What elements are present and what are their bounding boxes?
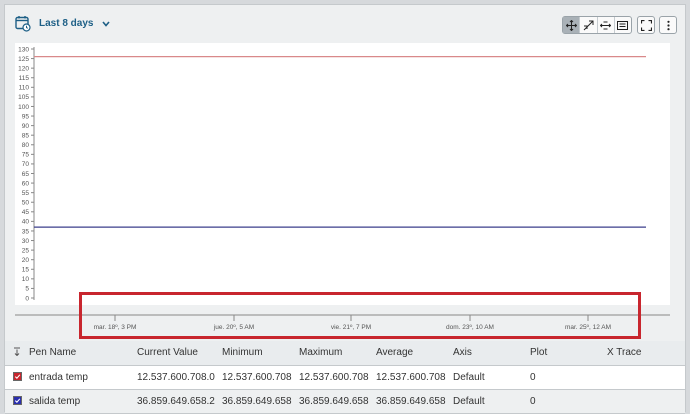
y-tick-label: 10 [22,276,30,283]
y-tick-label: 80 [22,142,30,149]
sort-column-header[interactable] [5,341,29,366]
swatch-fill [13,373,21,381]
table-row[interactable]: salida temp 36.859.649.658.2 36.859.649.… [5,389,685,414]
average-cell: 36.859.649.658 [376,389,453,414]
y-tick-label: 120 [18,65,29,72]
maximum-cell: 12.537.600.708 [299,365,376,390]
y-tick-label: 5 [25,286,29,293]
x-axis-highlight-box [79,292,641,339]
table-header-row: Pen Name Current Value Minimum Maximum A… [5,341,685,366]
pen-name-cell: salida temp [29,389,137,414]
y-tick-label: 100 [18,104,29,111]
trend-chart: 0 5 10 15 20 25 30 35 40 45 50 55 60 65 70 75 80 85 90 95 10… [15,46,670,331]
checkmark-icon [13,397,21,405]
trend-chart-panel: Last 8 days 0 5 10 15 20 25 30 35 40 45 … [4,4,686,414]
y-tick-label: 85 [22,132,30,139]
pen-color-checkbox[interactable] [12,396,22,406]
column-header-axis[interactable]: Axis [453,341,530,366]
axis-cell[interactable]: Default [453,365,530,390]
column-header-plot[interactable]: Plot [530,341,607,366]
y-tick-label: 115 [19,75,30,82]
y-tick-label: 40 [22,219,30,226]
y-tick-label: 95 [22,113,30,120]
x-trace-cell [607,389,685,414]
y-tick-label: 70 [22,161,30,168]
y-tick-label: 55 [22,190,30,197]
minimum-cell: 36.859.649.658 [222,389,299,414]
pen-table: Pen Name Current Value Minimum Maximum A… [5,341,685,414]
x-trace-cell [607,365,685,390]
swatch-fill [13,397,21,405]
y-tick-label: 75 [22,152,30,159]
pen-color-checkbox[interactable] [12,372,22,382]
y-tick-label: 65 [22,171,30,178]
column-header-x-trace[interactable]: X Trace [607,341,685,366]
column-header-maximum[interactable]: Maximum [299,341,376,366]
current-value-cell: 12.537.600.708.0 [137,365,222,390]
y-tick-label: 90 [22,123,30,130]
y-tick-label: 15 [22,267,30,274]
checkmark-icon [13,373,21,381]
column-header-current-value[interactable]: Current Value [137,341,222,366]
y-tick-label: 45 [22,209,30,216]
plot-cell[interactable]: 0 [530,389,607,414]
y-tick-label: 125 [18,56,29,63]
y-tick-label: 105 [18,94,29,101]
y-tick-label: 25 [22,247,30,254]
y-tick-label: 35 [22,228,30,235]
y-tick-label: 110 [19,85,30,92]
column-header-average[interactable]: Average [376,341,453,366]
column-header-minimum[interactable]: Minimum [222,341,299,366]
y-tick-label: 130 [18,46,29,53]
table-row[interactable]: entrada temp 12.537.600.708.0 12.537.600… [5,365,685,390]
average-cell: 12.537.600.708 [376,365,453,390]
y-tick-label: 50 [22,200,30,207]
pen-name-cell: entrada temp [29,365,137,390]
y-tick-label: 0 [25,295,29,302]
y-tick-label: 20 [22,257,30,264]
axis-cell[interactable]: Default [453,389,530,414]
plot-cell[interactable]: 0 [530,365,607,390]
sort-icon [14,347,20,356]
current-value-cell: 36.859.649.658.2 [137,389,222,414]
minimum-cell: 12.537.600.708 [222,365,299,390]
y-tick-label: 30 [22,238,30,245]
column-header-pen-name[interactable]: Pen Name [29,341,137,366]
y-tick-label: 60 [22,180,30,187]
maximum-cell: 36.859.649.658 [299,389,376,414]
